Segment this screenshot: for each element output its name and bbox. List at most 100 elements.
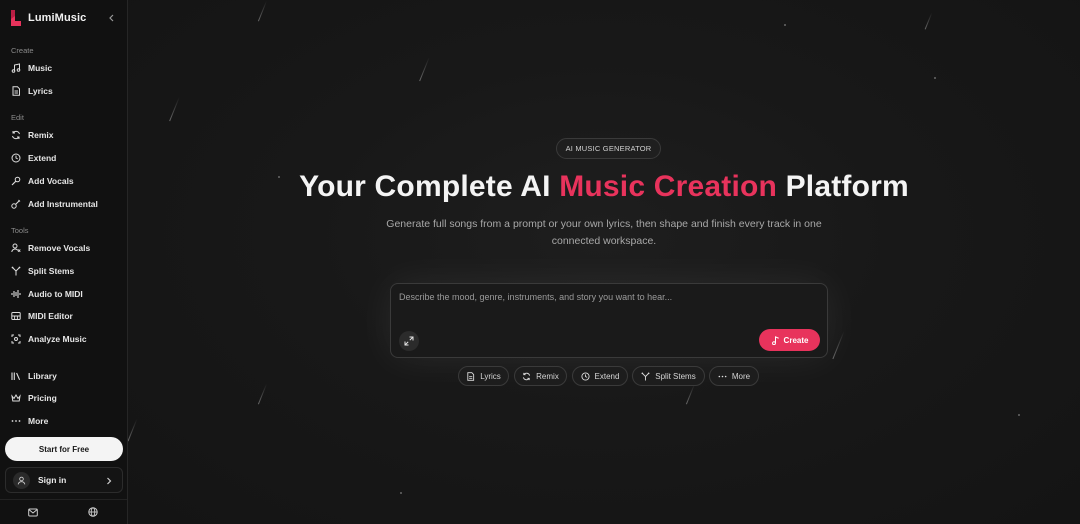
sign-in-button[interactable]: Sign in bbox=[5, 467, 123, 493]
refresh-icon bbox=[11, 130, 21, 140]
document-icon bbox=[466, 371, 475, 381]
decorative-streak bbox=[257, 383, 268, 405]
section-label-create: Create bbox=[11, 46, 34, 55]
chip-more[interactable]: More bbox=[709, 366, 759, 386]
split-icon bbox=[11, 266, 21, 276]
chip-remix[interactable]: Remix bbox=[514, 366, 567, 386]
sidebar-item-label: Music bbox=[28, 63, 53, 73]
sidebar-item-pricing[interactable]: Pricing bbox=[6, 388, 122, 408]
decorative-dot bbox=[1018, 414, 1020, 416]
sidebar-item-label: Split Stems bbox=[28, 266, 75, 276]
main-content: AI MUSIC GENERATOR Your Complete AI Musi… bbox=[128, 0, 1080, 524]
decorative-streak bbox=[419, 56, 430, 82]
section-label-tools: Tools bbox=[11, 226, 29, 235]
sidebar-item-label: Add Vocals bbox=[28, 176, 74, 186]
sidebar-item-more[interactable]: More bbox=[6, 411, 122, 431]
sidebar-item-audio-to-midi[interactable]: Audio to MIDI bbox=[6, 284, 122, 304]
chip-extend[interactable]: Extend bbox=[572, 366, 628, 386]
guitar-icon bbox=[11, 199, 21, 209]
sidebar-item-label: More bbox=[28, 416, 49, 426]
mail-icon[interactable] bbox=[27, 506, 39, 518]
microphone-icon bbox=[11, 176, 21, 186]
more-icon bbox=[11, 416, 21, 426]
sign-in-label: Sign in bbox=[38, 475, 67, 485]
scan-icon bbox=[11, 334, 21, 344]
decorative-dot bbox=[400, 492, 402, 494]
sidebar-item-remove-vocals[interactable]: Remove Vocals bbox=[6, 238, 122, 258]
headline-part: Platform bbox=[777, 170, 909, 203]
user-icon bbox=[17, 476, 26, 485]
chip-label: More bbox=[731, 371, 751, 381]
expand-icon bbox=[404, 336, 414, 346]
prompt-input[interactable] bbox=[399, 292, 819, 322]
logo-icon bbox=[11, 10, 21, 26]
chip-label: Lyrics bbox=[480, 371, 501, 381]
sidebar-item-label: Remix bbox=[28, 130, 54, 140]
sidebar-item-label: Pricing bbox=[28, 393, 57, 403]
more-icon bbox=[718, 372, 727, 381]
user-remove-icon bbox=[11, 243, 21, 253]
ai-music-generator-badge: AI MUSIC GENERATOR bbox=[556, 138, 661, 159]
chevron-left-icon bbox=[109, 14, 114, 22]
decorative-dot bbox=[784, 24, 786, 26]
headline-part: Your Complete AI bbox=[299, 170, 560, 203]
sidebar-item-music[interactable]: Music bbox=[6, 58, 122, 78]
sidebar-item-analyze-music[interactable]: Analyze Music bbox=[6, 329, 122, 349]
chevron-right-icon bbox=[107, 477, 112, 485]
document-icon bbox=[11, 86, 21, 96]
sidebar-item-label: Library bbox=[28, 371, 57, 381]
decorative-streak bbox=[832, 330, 845, 360]
sidebar-footer bbox=[0, 499, 127, 524]
music-note-icon bbox=[771, 335, 780, 345]
sidebar-item-add-vocals[interactable]: Add Vocals bbox=[6, 171, 122, 191]
sidebar-item-label: Analyze Music bbox=[28, 334, 87, 344]
split-icon bbox=[641, 372, 650, 381]
decorative-streak bbox=[128, 418, 138, 442]
page-title: Your Complete AI Music Creation Platform bbox=[128, 170, 1080, 204]
sidebar-item-remix[interactable]: Remix bbox=[6, 125, 122, 145]
sidebar-item-lyrics[interactable]: Lyrics bbox=[6, 81, 122, 101]
sidebar-item-label: MIDI Editor bbox=[28, 311, 73, 321]
sidebar-item-split-stems[interactable]: Split Stems bbox=[6, 261, 122, 281]
sidebar-item-midi-editor[interactable]: MIDI Editor bbox=[6, 306, 122, 326]
clock-icon bbox=[580, 371, 590, 381]
chip-label: Extend bbox=[594, 371, 620, 381]
section-label-edit: Edit bbox=[11, 113, 24, 122]
chip-split-stems[interactable]: Split Stems bbox=[632, 366, 705, 386]
music-note-icon bbox=[11, 63, 21, 73]
globe-icon[interactable] bbox=[87, 506, 99, 518]
sidebar-item-library[interactable]: Library bbox=[6, 366, 122, 386]
sidebar-item-label: Add Instrumental bbox=[28, 199, 98, 209]
sidebar-item-extend[interactable]: Extend bbox=[6, 148, 122, 168]
decorative-streak bbox=[924, 12, 933, 30]
expand-button[interactable] bbox=[399, 331, 419, 351]
brand-name: LumiMusic bbox=[28, 12, 87, 24]
library-icon bbox=[11, 371, 21, 381]
refresh-icon bbox=[522, 372, 531, 381]
app: LumiMusic Create Music Lyrics Edit Remix bbox=[0, 0, 1080, 524]
create-label: Create bbox=[783, 335, 809, 345]
decorative-streak bbox=[169, 96, 180, 122]
sidebar-item-label: Extend bbox=[28, 153, 57, 163]
prompt-box: Create bbox=[390, 283, 828, 358]
sidebar-item-add-instrumental[interactable]: Add Instrumental bbox=[6, 194, 122, 214]
headline-accent: Music Creation bbox=[559, 170, 778, 203]
sidebar-item-label: Remove Vocals bbox=[28, 243, 91, 253]
create-button[interactable]: Create bbox=[759, 329, 820, 351]
start-for-free-button[interactable]: Start for Free bbox=[5, 437, 123, 461]
decorative-dot bbox=[934, 77, 936, 79]
hero-subtitle: Generate full songs from a prompt or you… bbox=[386, 218, 822, 247]
chip-label: Split Stems bbox=[655, 371, 696, 381]
crown-icon bbox=[11, 393, 21, 403]
brand[interactable]: LumiMusic bbox=[10, 10, 86, 26]
piano-icon bbox=[11, 311, 21, 321]
collapse-sidebar-button[interactable] bbox=[104, 11, 118, 25]
decorative-streak bbox=[257, 0, 268, 22]
waveform-icon bbox=[11, 289, 21, 299]
chip-lyrics[interactable]: Lyrics bbox=[458, 366, 509, 386]
sidebar-item-label: Lyrics bbox=[28, 86, 53, 96]
sidebar: LumiMusic Create Music Lyrics Edit Remix bbox=[0, 0, 128, 524]
clock-icon bbox=[11, 153, 21, 163]
chip-label: Remix bbox=[536, 371, 559, 381]
decorative-streak bbox=[685, 383, 696, 405]
